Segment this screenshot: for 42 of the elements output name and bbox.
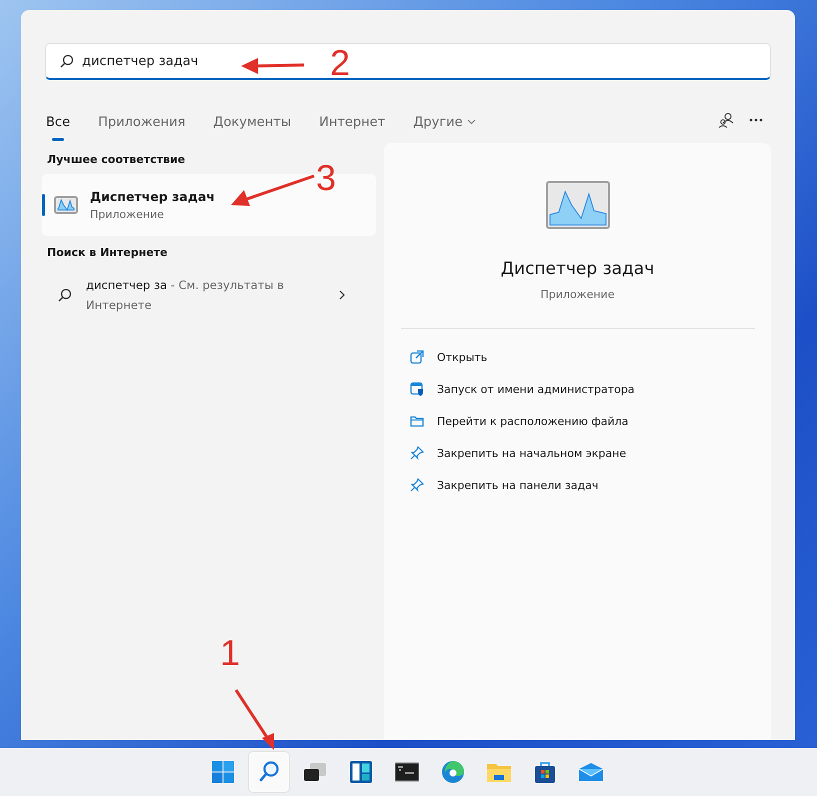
app-title: Диспетчер задач bbox=[500, 259, 654, 279]
web-search-result[interactable]: диспетчер за - См. результаты в Интернете bbox=[86, 275, 311, 315]
task-view-icon bbox=[302, 762, 326, 782]
action-link[interactable]: Запуск от имени администратора bbox=[410, 373, 771, 405]
filter-tab[interactable]: Все bbox=[46, 105, 70, 141]
section-heading: Поиск в Интернете bbox=[47, 246, 168, 259]
action-link[interactable]: Перейти к расположению файла bbox=[410, 405, 771, 437]
search-input[interactable]: диспетчер задач bbox=[82, 46, 212, 76]
search-icon bbox=[258, 761, 278, 783]
search-icon bbox=[60, 54, 74, 68]
snap-layout-icon bbox=[348, 760, 372, 784]
filter-tab[interactable]: Документы bbox=[213, 105, 292, 141]
windows-logo-icon bbox=[212, 761, 234, 783]
search-icon bbox=[58, 288, 72, 302]
result-title: Диспетчер задач bbox=[90, 189, 215, 204]
action-link[interactable]: Открыть bbox=[410, 341, 771, 373]
task-manager-icon bbox=[54, 196, 78, 214]
folder-icon bbox=[486, 761, 512, 783]
open-external-icon bbox=[410, 350, 424, 364]
envelope-icon bbox=[578, 762, 604, 782]
filter-tab[interactable]: Интернет bbox=[319, 105, 386, 141]
ellipsis-icon bbox=[749, 118, 763, 122]
app-type: Приложение bbox=[540, 288, 614, 301]
task-manager-icon bbox=[546, 181, 610, 229]
annotation-number: 1 bbox=[220, 632, 240, 674]
section-heading: Лучшее соответствие bbox=[47, 153, 186, 166]
pin-icon bbox=[410, 446, 424, 460]
filter-tab[interactable]: Другие bbox=[413, 105, 476, 141]
annotation-arrow bbox=[234, 689, 274, 750]
people-icon bbox=[718, 112, 734, 128]
terminal-icon bbox=[394, 762, 418, 782]
shield-window-icon bbox=[410, 382, 424, 396]
action-link[interactable]: Закрепить на панели задач bbox=[410, 469, 771, 501]
shopping-bag-icon bbox=[534, 760, 556, 784]
annotation-arrow bbox=[241, 58, 304, 74]
pin-icon bbox=[410, 478, 424, 492]
chevron-right-icon bbox=[339, 290, 345, 300]
action-link[interactable]: Закрепить на начальном экране bbox=[410, 437, 771, 469]
folder-icon bbox=[410, 414, 424, 428]
browser-swirl-icon bbox=[440, 760, 464, 784]
filter-tab[interactable]: Приложения bbox=[98, 105, 186, 141]
result-type: Приложение bbox=[90, 208, 165, 221]
